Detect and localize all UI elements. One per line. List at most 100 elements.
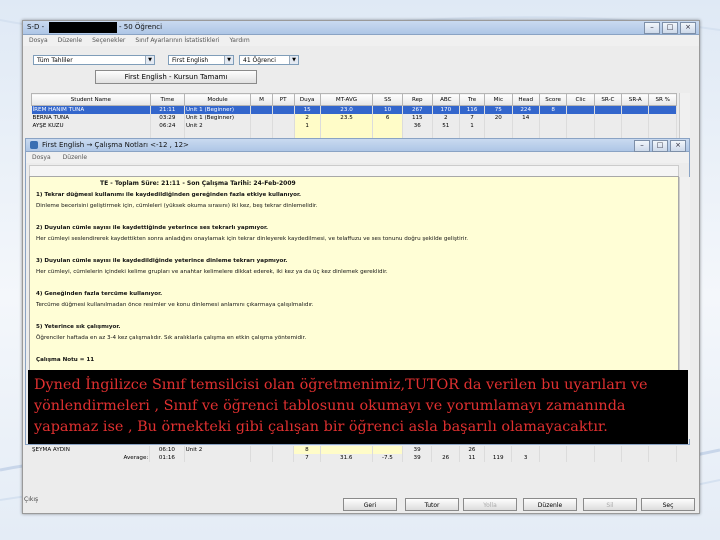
table-cell: 170 — [432, 105, 461, 114]
menu-help[interactable]: Yardım — [229, 37, 249, 44]
table-cell — [150, 130, 185, 138]
delete-button[interactable]: Sil — [583, 498, 637, 511]
column-header[interactable]: Score — [538, 93, 568, 106]
table-cell — [431, 446, 460, 454]
table-row[interactable]: BERNA TUNA 03:29 Unit 1 (Beginner) 2 23.5 6 11… — [31, 114, 677, 122]
column-header[interactable]: M — [250, 93, 273, 106]
students-select[interactable]: 41 Öğrenci ▼ — [239, 55, 299, 65]
table-cell — [250, 122, 273, 130]
menu-edit[interactable]: Düzenle — [58, 37, 82, 44]
table-cell — [250, 130, 273, 138]
minimize-button[interactable]: – — [644, 22, 660, 34]
notes-header-line: TE - Toplam Süre: 21:11 - Son Çalışma Ta… — [100, 180, 296, 187]
column-header[interactable]: Duya — [293, 93, 321, 106]
table-cell — [432, 130, 461, 138]
column-header[interactable]: SS — [372, 93, 403, 106]
column-header[interactable]: Rep — [401, 93, 433, 106]
table-cell: 14 — [512, 114, 540, 122]
course-select[interactable]: First English ▼ — [168, 55, 234, 65]
slide-caption: Dyned İngilizce Sınıf temsilcisi olan öğ… — [28, 370, 688, 444]
average-cell: 11 — [459, 454, 485, 462]
table-cell — [294, 130, 321, 138]
column-header[interactable]: ABC — [431, 93, 461, 106]
column-header[interactable]: Head — [511, 93, 540, 106]
status-label[interactable]: Çıkış — [24, 496, 38, 503]
column-header[interactable]: Tre — [459, 93, 486, 106]
table-cell — [566, 130, 595, 138]
column-header[interactable]: Time — [149, 93, 185, 106]
column-header[interactable]: SR-C — [593, 93, 623, 106]
table-cell — [484, 446, 513, 454]
table-cell — [320, 122, 374, 130]
maximize-button[interactable]: □ — [662, 22, 678, 34]
table-cell — [594, 446, 623, 454]
table-cell — [539, 122, 568, 130]
table-cell — [566, 105, 595, 114]
edit-button[interactable]: Düzenle — [523, 498, 577, 511]
menu-edit[interactable]: Düzenle — [63, 154, 87, 161]
close-button[interactable]: × — [680, 22, 696, 34]
minimize-button[interactable]: – — [634, 140, 650, 152]
column-header[interactable]: Module — [183, 93, 252, 106]
average-cell — [184, 454, 251, 462]
average-cell — [621, 454, 650, 462]
table-cell — [250, 446, 273, 454]
table-cell — [484, 122, 513, 130]
notes-line: Öğrenciler haftada en az 3-4 kez çalışma… — [36, 335, 307, 341]
table-cell: 20 — [484, 114, 513, 122]
student-table-bottom: ŞEYMA AYDIN 06:10 Unit 2 8 39 26 Average: 01:16… — [31, 446, 677, 462]
column-header[interactable]: PT — [271, 93, 295, 106]
column-header[interactable]: SR % — [648, 93, 677, 106]
course-scope-button[interactable]: First English - Kursun Tamamı — [95, 70, 257, 84]
send-button[interactable]: Yolla — [463, 498, 517, 511]
notes-window-title: First English → Çalışma Notları <-12 , 1… — [42, 141, 189, 149]
table-cell — [539, 114, 568, 122]
table-row[interactable]: ŞEYMA AYDIN 06:10 Unit 2 8 39 26 — [31, 446, 677, 454]
notes-line: 4) Geneğinden fazla tercüme kullanıyor. — [36, 291, 163, 297]
table-cell — [594, 130, 623, 138]
table-cell — [272, 446, 295, 454]
table-cell — [539, 446, 568, 454]
column-header[interactable]: Clic — [566, 93, 595, 106]
average-cell — [272, 454, 295, 462]
table-cell — [566, 446, 595, 454]
table-cell: 10 — [372, 105, 403, 114]
tutor-button[interactable]: Tutor — [405, 498, 459, 511]
menu-class-stats[interactable]: Sınıf Ayarlarının İstatistikleri — [135, 37, 219, 44]
table-cell — [594, 114, 623, 122]
window-title-prefix: S-D - — [27, 23, 45, 31]
table-cell — [648, 105, 677, 114]
caption-line: Dyned İngilizce Sınıf temsilcisi olan öğ… — [34, 377, 648, 393]
column-header[interactable]: Student Name — [31, 93, 151, 106]
menu-options[interactable]: Seçenekler — [92, 37, 125, 44]
table-cell: 1 — [294, 122, 321, 130]
maximize-button[interactable]: □ — [652, 140, 668, 152]
menu-file[interactable]: Dosya — [29, 37, 48, 44]
table-cell — [184, 130, 252, 138]
column-header[interactable]: Mic — [484, 93, 513, 106]
students-select-value: 41 Öğrenci — [243, 57, 276, 64]
table-row[interactable]: AYŞE KUZU 06:24 Unit 2 1 36 51 1 — [31, 122, 677, 130]
menu-file[interactable]: Dosya — [32, 154, 51, 161]
table-row[interactable] — [31, 130, 677, 138]
close-button[interactable]: × — [670, 140, 686, 152]
student-name-cell: İREM HANIM TUNA — [31, 105, 151, 114]
column-header[interactable]: MT-AVG — [319, 93, 374, 106]
table-cell — [459, 130, 486, 138]
table-cell — [272, 130, 295, 138]
notes-line: 1) Tekrar düğmesi kullanımı ile kaydedil… — [36, 192, 302, 198]
filter-select[interactable]: Tüm Tahliler ▼ — [33, 55, 155, 65]
table-cell — [511, 446, 540, 454]
table-cell: 267 — [402, 105, 433, 114]
table-cell: Unit 2 — [184, 122, 252, 130]
select-button[interactable]: Seç — [641, 498, 695, 511]
notes-line: Her cümleyi, cümlelerin içindeki kelime … — [36, 269, 388, 275]
table-cell — [621, 446, 650, 454]
table-cell — [648, 114, 677, 122]
table-cell: 03:29 — [150, 114, 185, 122]
column-header[interactable]: SR-A — [621, 93, 650, 106]
table-cell — [484, 130, 513, 138]
window-title-suffix: - 50 Öğrenci — [119, 23, 163, 31]
table-row[interactable]: İREM HANIM TUNA 21:11 Unit 1 (Beginner) 15 2… — [31, 105, 677, 114]
back-button[interactable]: Geri — [343, 498, 397, 511]
